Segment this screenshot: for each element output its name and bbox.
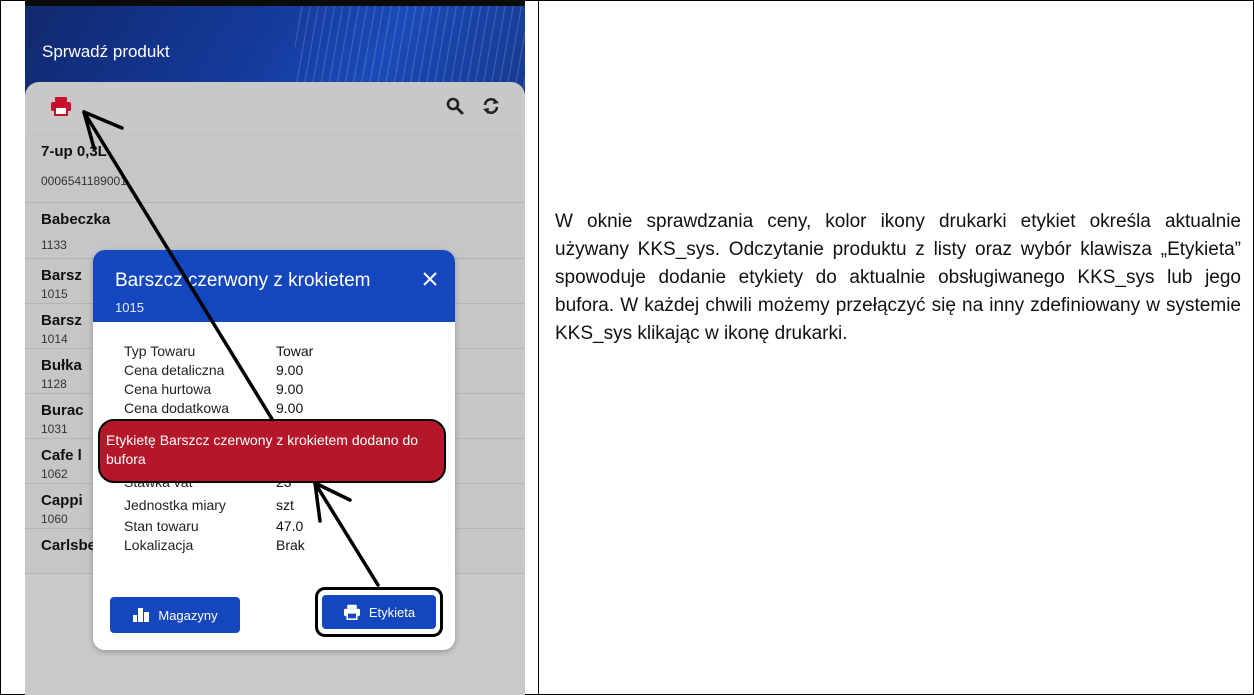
close-icon[interactable] [419,268,441,290]
property-label: Stan towaru [124,518,199,534]
dialog-title: Barszcz czerwony z krokietem [115,270,371,291]
property-value: Towar [276,343,314,359]
warehouse-icon [133,608,150,622]
list-item[interactable]: 7-up 0,3L 0006541189001 [25,132,525,203]
property-value: 9.00 [276,381,304,397]
property-label: Jednostka miary [124,497,226,513]
toast-notification: Etykietę Barszcz czerwony z krokietem do… [98,419,446,483]
product-code: 1133 [41,238,67,252]
product-code: 1014 [41,332,68,346]
property-label: Lokalizacja [124,537,194,553]
product-code: 1060 [41,512,68,526]
printer-icon[interactable] [47,92,75,120]
toast-text: Etykietę Barszcz czerwony z krokietem do… [106,432,419,467]
property-value: szt [276,497,294,513]
product-name: Burac [41,402,84,419]
product-name: Bułka [41,357,82,374]
property-value: 47.0 [276,518,304,534]
description-text: W oknie sprawdzania ceny, kolor ikony dr… [555,211,1241,344]
printer-icon [343,604,360,620]
property-label: Cena dodatkowa [124,400,230,416]
property-value: 9.00 [276,400,304,416]
property-label: Typ Towaru [124,343,196,359]
product-name: Barsz [41,267,82,284]
product-name: Cafe l [41,447,82,464]
property-value: 9.00 [276,362,304,378]
toolbar [25,82,525,132]
page-title: Sprwadź produkt [42,42,170,61]
product-name: Babeczka [41,211,111,228]
product-code: 1031 [41,422,68,436]
product-code: 1062 [41,467,68,481]
product-name: Cappi [41,492,83,509]
product-code: 1015 [41,287,68,301]
product-code: 1128 [41,377,67,391]
refresh-icon[interactable] [477,92,505,120]
column-divider [538,0,539,695]
property-label: Cena detaliczna [124,362,225,378]
magazyny-button[interactable]: Magazyny [110,597,240,633]
dialog-code: 1015 [115,300,144,315]
search-icon[interactable] [441,92,469,120]
magazyny-label: Magazyny [158,607,218,623]
product-name: Barsz [41,312,82,329]
etykieta-button[interactable]: Etykieta [322,595,436,629]
property-label: Cena hurtowa [124,381,212,397]
property-value: Brak [276,537,305,553]
product-name: 7-up 0,3L [41,143,107,160]
dialog-header: Barszcz czerwony z krokietem 1015 [93,250,455,322]
etykieta-label: Etykieta [368,604,416,620]
product-code: 0006541189001 [41,174,127,188]
